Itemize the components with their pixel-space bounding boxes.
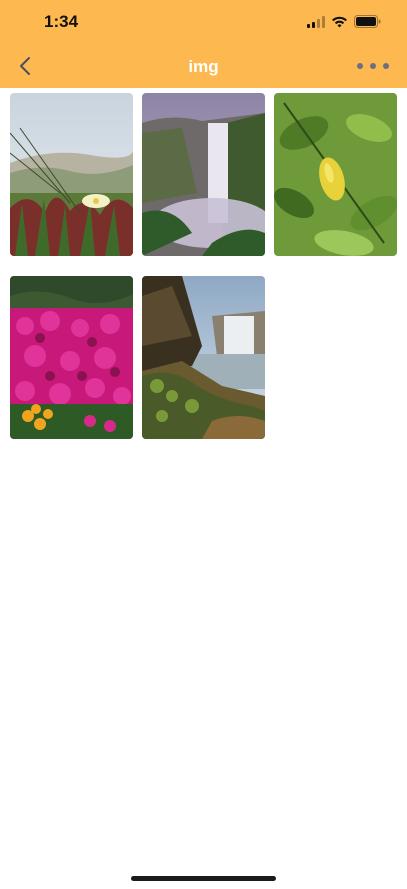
more-options-button[interactable] xyxy=(357,58,389,74)
photo-thumbnail[interactable] xyxy=(274,93,397,256)
photo-image xyxy=(274,93,397,256)
photo-image xyxy=(10,93,133,256)
more-dot xyxy=(370,63,376,69)
photo-thumbnail[interactable] xyxy=(10,276,133,439)
photo-thumbnail[interactable] xyxy=(142,93,265,256)
signal-icon xyxy=(307,15,325,28)
photo-image xyxy=(142,93,265,256)
photo-image xyxy=(10,276,133,439)
wifi-icon xyxy=(332,16,347,27)
photo-thumbnail[interactable] xyxy=(10,93,133,256)
status-time: 1:34 xyxy=(44,12,79,31)
battery-icon xyxy=(354,15,381,28)
page-title: img xyxy=(188,57,219,76)
more-horizontal-icon xyxy=(357,63,363,69)
navigation-header: 1:34 img xyxy=(0,0,407,88)
more-dot xyxy=(383,63,389,69)
photo-image xyxy=(142,276,265,439)
photo-thumbnail[interactable] xyxy=(142,276,265,439)
status-icons xyxy=(307,15,381,28)
photo-grid xyxy=(10,93,397,439)
home-indicator[interactable] xyxy=(131,876,276,881)
